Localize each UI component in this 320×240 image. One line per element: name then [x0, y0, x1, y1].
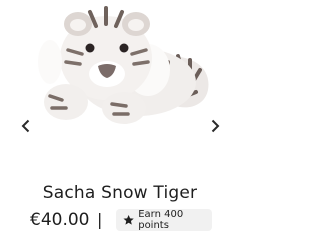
star-icon	[123, 214, 134, 225]
chevron-left-icon	[21, 119, 29, 133]
points-label: Earn 400 points	[138, 209, 184, 231]
product-image-carousel[interactable]	[0, 0, 240, 170]
price-divider: |	[97, 210, 103, 229]
price-row: €40.00 | Earn 400 points	[0, 208, 240, 232]
product-price: €40.00	[30, 210, 90, 230]
next-image-button[interactable]	[208, 117, 222, 135]
chevron-right-icon	[211, 119, 219, 133]
points-badge: Earn 400 points	[116, 209, 212, 231]
product-image	[38, 6, 209, 124]
product-title: Sacha Snow Tiger	[42, 183, 198, 203]
previous-image-button[interactable]	[18, 117, 32, 135]
